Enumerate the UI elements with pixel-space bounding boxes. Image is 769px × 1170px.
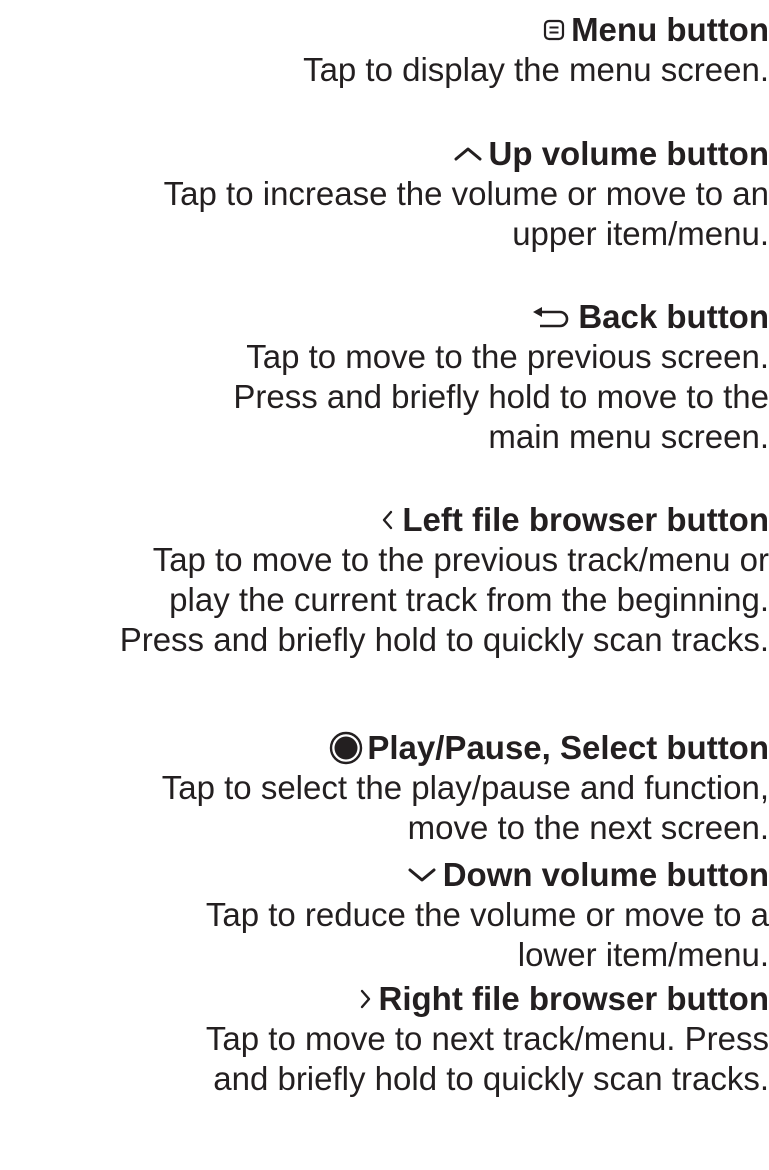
menu-button-description: Tap to display the menu screen. [303, 50, 769, 90]
play-pause-select-button-section: Play/Pause, Select button Tap to select … [162, 728, 769, 848]
chevron-up-icon [453, 144, 483, 164]
menu-icon [543, 19, 565, 41]
right-file-browser-button-section: Right file browser button Tap to move to… [206, 979, 769, 1099]
back-button-description: Tap to move to the previous screen. Pres… [233, 337, 769, 457]
description-line: lower item/menu. [517, 936, 769, 973]
up-volume-button-title: Up volume button [488, 135, 769, 172]
down-volume-button-heading: Down volume button [206, 855, 769, 895]
play-pause-select-button-heading: Play/Pause, Select button [162, 728, 769, 768]
description-line: Tap to increase the volume or move to an [163, 175, 769, 212]
description-line: Press and briefly hold to quickly scan t… [119, 621, 769, 658]
back-button-section: Back button Tap to move to the previous … [233, 297, 769, 457]
down-volume-button-description: Tap to reduce the volume or move to a lo… [206, 895, 769, 975]
back-arrow-icon [532, 306, 572, 328]
left-file-browser-button-section: Left file browser button Tap to move to … [120, 500, 769, 660]
description-line: and briefly hold to quickly scan tracks. [213, 1060, 769, 1097]
right-file-browser-button-description: Tap to move to next track/menu. Press an… [206, 1019, 769, 1099]
description-line: Tap to display the menu screen. [303, 51, 769, 88]
menu-button-title: Menu button [571, 11, 769, 48]
menu-button-heading: Menu button [303, 10, 769, 50]
back-button-heading: Back button [233, 297, 769, 337]
left-file-browser-button-heading: Left file browser button [120, 500, 769, 540]
play-pause-select-button-description: Tap to select the play/pause and functio… [162, 768, 769, 848]
up-volume-button-description: Tap to increase the volume or move to an… [164, 174, 769, 254]
left-file-browser-button-description: Tap to move to the previous track/menu o… [120, 540, 769, 660]
left-file-browser-button-title: Left file browser button [402, 501, 769, 538]
description-line: main menu screen. [488, 418, 769, 455]
description-line: Tap to move to the previous track/menu o… [152, 541, 769, 578]
description-line: Press and briefly hold to move to the [233, 378, 769, 415]
down-volume-button-section: Down volume button Tap to reduce the vol… [206, 855, 769, 975]
down-volume-button-title: Down volume button [442, 856, 769, 893]
right-file-browser-button-title: Right file browser button [378, 980, 769, 1017]
back-button-title: Back button [578, 298, 769, 335]
description-line: Tap to move to next track/menu. Press [205, 1020, 769, 1057]
description-line: play the current track from the beginnin… [169, 581, 769, 618]
up-volume-button-section: Up volume button Tap to increase the vol… [164, 134, 769, 254]
up-volume-button-heading: Up volume button [164, 134, 769, 174]
play-pause-select-button-title: Play/Pause, Select button [367, 729, 769, 766]
chevron-left-icon [380, 509, 396, 531]
play-pause-select-icon [329, 731, 363, 765]
description-line: Tap to move to the previous screen. [246, 338, 769, 375]
description-line: Tap to reduce the volume or move to a [205, 896, 769, 933]
description-line: upper item/menu. [512, 215, 769, 252]
chevron-down-icon [407, 865, 437, 885]
description-line: Tap to select the play/pause and functio… [161, 769, 769, 806]
menu-button-section: Menu button Tap to display the menu scre… [303, 10, 769, 90]
right-file-browser-button-heading: Right file browser button [206, 979, 769, 1019]
description-line: move to the next screen. [407, 809, 769, 846]
chevron-right-icon [357, 988, 373, 1010]
